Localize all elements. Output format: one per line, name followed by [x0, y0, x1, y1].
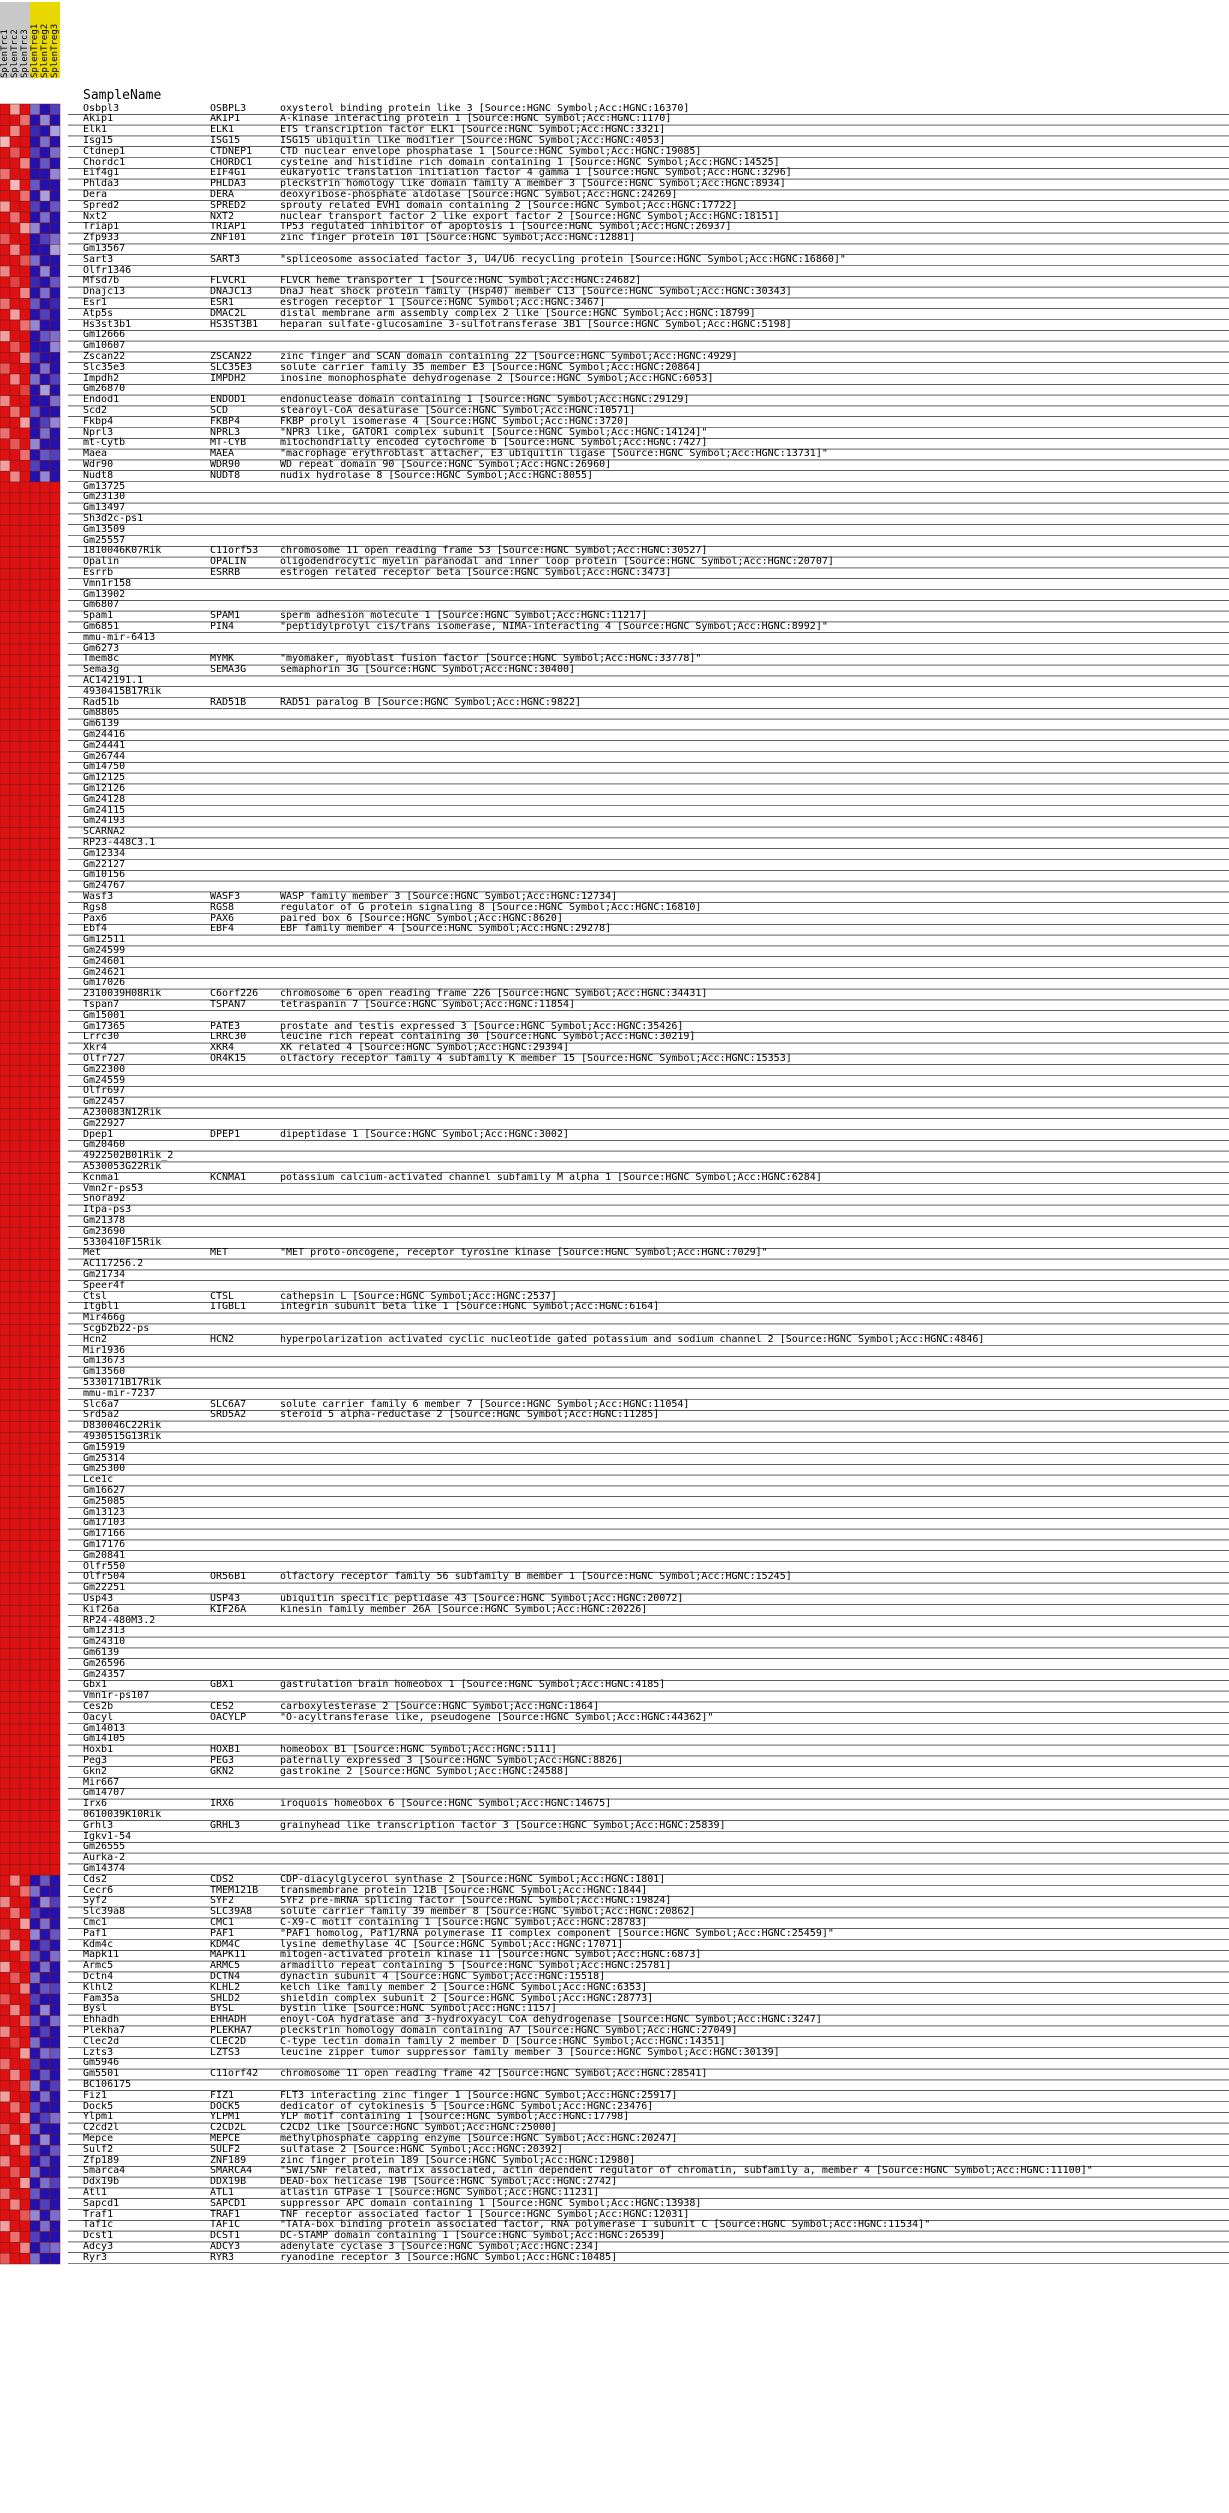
- row-symbol: RYR3: [210, 2251, 235, 2263]
- column-label: SplenTrc1: [0, 2, 10, 78]
- column-label: SplenTreg3: [50, 2, 60, 78]
- row-description: ryanodine receptor 3 [Source:HGNC Symbol…: [280, 2251, 618, 2263]
- column-label-text: SplenTrc1: [0, 29, 10, 78]
- column-label: SplenTrc2: [10, 2, 20, 78]
- column-label: SplenTreg1: [30, 2, 40, 78]
- column-label-text: SplenTrc2: [10, 29, 20, 78]
- table-row: Ryr3 RYR3 ryanodine receptor 3 [Source:HGN…: [0, 2252, 1229, 2264]
- column-label-text: SplenTreg1: [30, 23, 40, 78]
- sample-name-header: SampleName: [83, 88, 162, 103]
- column-label-text: SplenTrc3: [20, 29, 30, 78]
- column-label: SplenTrc3: [20, 2, 30, 78]
- column-header: SplenTrc1 SplenTrc2 SplenTrc3 SplenTreg1 Spl…: [0, 0, 72, 80]
- column-label-text: SplenTreg3: [50, 23, 60, 78]
- row-id: Ryr3: [83, 2251, 108, 2263]
- column-label: SplenTreg2: [40, 2, 50, 78]
- column-label-text: SplenTreg2: [40, 23, 50, 78]
